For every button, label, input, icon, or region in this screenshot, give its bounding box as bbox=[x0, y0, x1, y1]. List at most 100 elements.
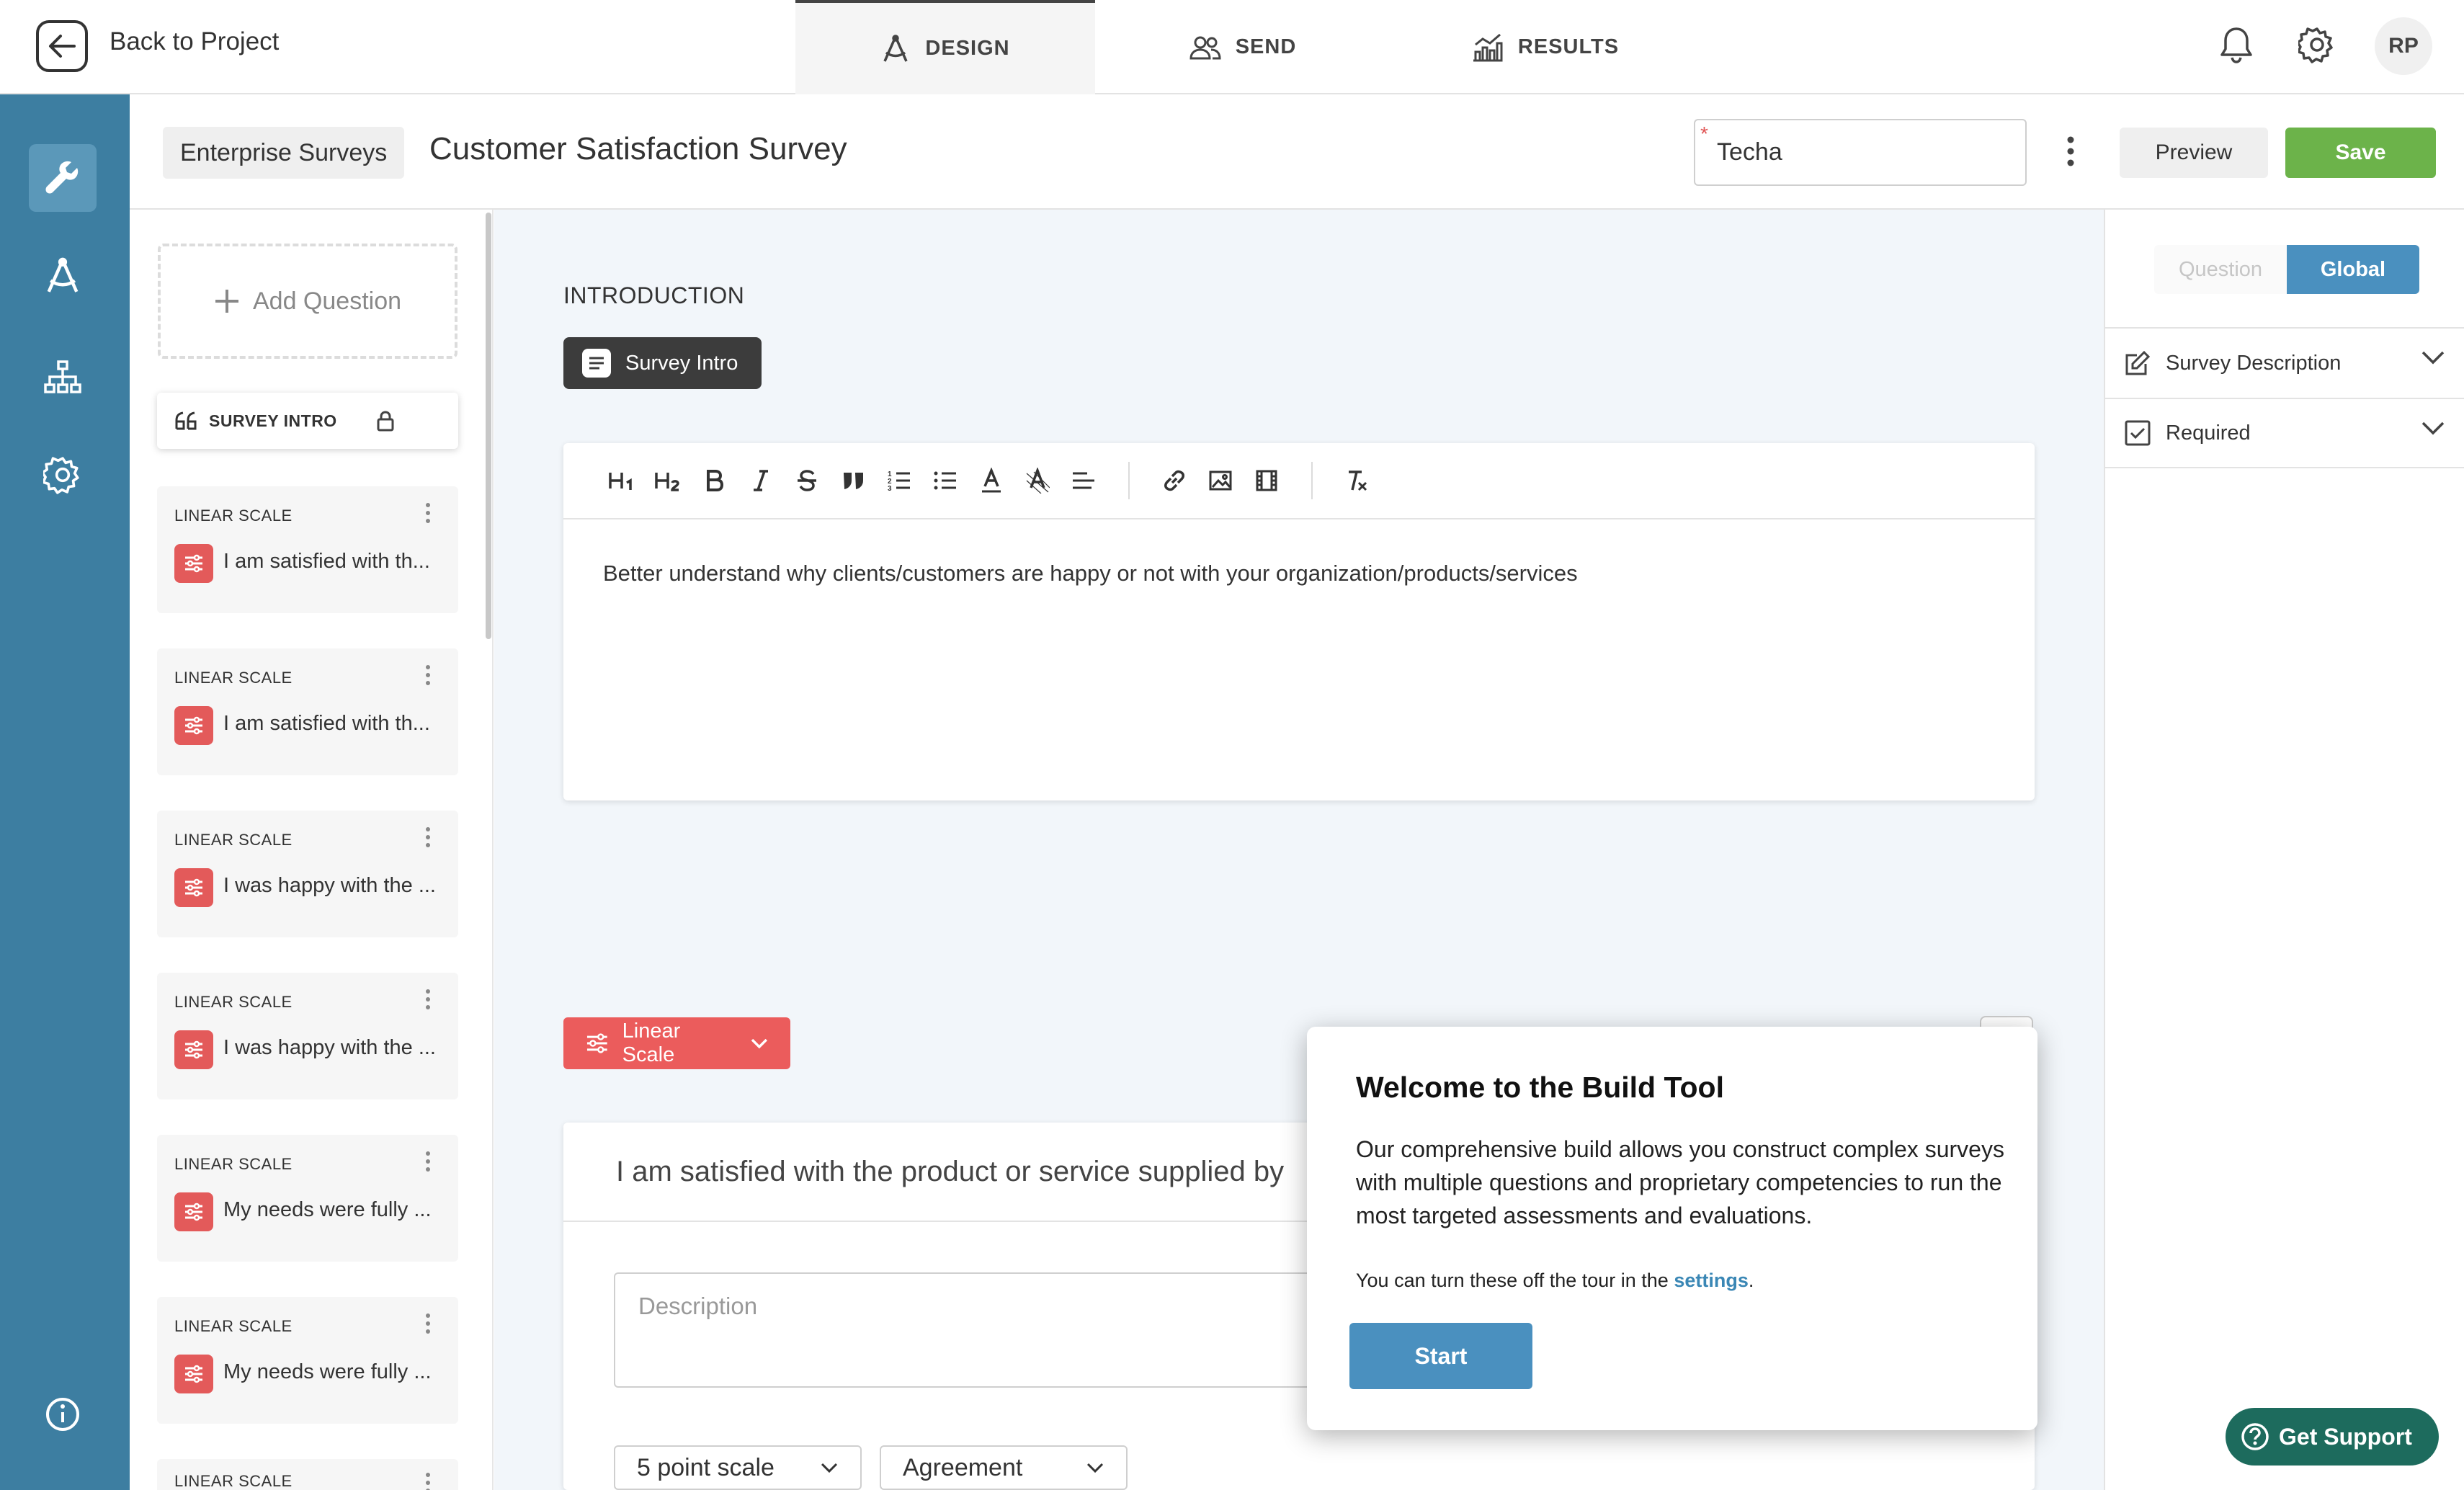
arrow-left-icon bbox=[49, 35, 76, 58]
label-set-select[interactable]: Agreement bbox=[880, 1445, 1128, 1490]
edit-icon bbox=[2125, 350, 2151, 375]
get-support-button[interactable]: Get Support bbox=[2226, 1408, 2439, 1466]
tab-global-settings[interactable]: Global bbox=[2287, 245, 2419, 294]
rail-structure-button[interactable] bbox=[29, 343, 97, 411]
settings-link[interactable]: settings bbox=[1674, 1270, 1749, 1291]
question-type-label: LINEAR SCALE bbox=[174, 1317, 293, 1335]
back-button[interactable] bbox=[36, 20, 88, 72]
bullet-list-icon[interactable] bbox=[922, 458, 968, 504]
question-type-label: LINEAR SCALE bbox=[174, 1155, 293, 1173]
text-color-icon[interactable] bbox=[968, 458, 1014, 504]
description-field[interactable]: Description bbox=[614, 1272, 1334, 1388]
lock-icon bbox=[377, 411, 394, 432]
section-heading: INTRODUCTION bbox=[563, 282, 745, 308]
question-text: I was happy with the ... bbox=[223, 874, 436, 897]
bell-icon[interactable] bbox=[2219, 26, 2254, 63]
sliders-icon bbox=[586, 1033, 607, 1053]
strikethrough-icon[interactable] bbox=[784, 458, 830, 504]
question-text: I am satisfied with th... bbox=[223, 712, 430, 735]
linear-scale-icon bbox=[174, 706, 213, 745]
italic-icon[interactable] bbox=[738, 458, 784, 504]
list-item[interactable]: LINEAR SCALE My needs were fully ... bbox=[157, 1135, 458, 1262]
rail-design-button[interactable] bbox=[29, 242, 97, 310]
tab-send[interactable]: SEND bbox=[1153, 0, 1333, 94]
chevron-down-icon bbox=[821, 1463, 838, 1473]
list-item[interactable]: LINEAR SCALE I am satisfied with th... bbox=[157, 486, 458, 613]
rail-build-button[interactable] bbox=[29, 144, 97, 212]
breadcrumb[interactable]: Enterprise Surveys bbox=[163, 127, 405, 179]
chevron-down-icon bbox=[751, 1038, 768, 1049]
tab-results-label: RESULTS bbox=[1517, 35, 1620, 58]
rail-settings-button[interactable] bbox=[29, 441, 97, 509]
question-type-label: LINEAR SCALE bbox=[174, 1472, 293, 1490]
list-item[interactable]: LINEAR SCALE I am satisfied with th... bbox=[157, 648, 458, 775]
quote-icon bbox=[175, 411, 197, 430]
more-options-icon[interactable] bbox=[2066, 135, 2075, 167]
survey-intro-pill-label: Survey Intro bbox=[625, 351, 738, 375]
checkbox-icon bbox=[2125, 420, 2151, 446]
sitemap-icon bbox=[44, 360, 81, 393]
question-type-dropdown[interactable]: Linear Scale bbox=[563, 1017, 790, 1069]
question-type-label: LINEAR SCALE bbox=[174, 993, 293, 1011]
preview-button[interactable]: Preview bbox=[2120, 128, 2268, 178]
item-menu-icon[interactable] bbox=[425, 1313, 431, 1334]
required-label: Required bbox=[2166, 421, 2251, 445]
scale-select-value: 5 point scale bbox=[637, 1453, 775, 1481]
survey-description-row[interactable]: Survey Description bbox=[2104, 327, 2464, 398]
highlight-icon[interactable] bbox=[1014, 458, 1061, 504]
intro-description-text[interactable]: Better understand why clients/customers … bbox=[603, 561, 1578, 586]
required-marker: * bbox=[1700, 122, 1708, 145]
list-item[interactable]: LINEAR SCALE I was happy with the ... bbox=[157, 811, 458, 937]
survey-intro-item[interactable]: SURVEY INTRO bbox=[157, 393, 458, 449]
item-menu-icon[interactable] bbox=[425, 989, 431, 1010]
item-menu-icon[interactable] bbox=[425, 826, 431, 848]
rail-info-button[interactable] bbox=[29, 1380, 97, 1448]
image-icon[interactable] bbox=[1197, 458, 1244, 504]
item-menu-icon[interactable] bbox=[425, 664, 431, 686]
editor-toolbar: 123 bbox=[563, 443, 2035, 519]
tab-design[interactable]: DESIGN bbox=[795, 0, 1095, 94]
settings-gear-icon[interactable] bbox=[2298, 26, 2336, 63]
clear-format-icon[interactable] bbox=[1334, 458, 1380, 504]
question-type-label: Linear Scale bbox=[622, 1020, 681, 1066]
question-type-label: LINEAR SCALE bbox=[174, 831, 293, 849]
required-row[interactable]: Required bbox=[2104, 398, 2464, 468]
tab-question-settings[interactable]: Question bbox=[2154, 245, 2287, 294]
add-question-button[interactable]: Add Question bbox=[158, 244, 457, 359]
item-menu-icon[interactable] bbox=[425, 1472, 431, 1490]
add-question-label: Add Question bbox=[252, 287, 402, 315]
page-title: Customer Satisfaction Survey bbox=[429, 131, 847, 166]
item-menu-icon[interactable] bbox=[425, 1151, 431, 1172]
get-support-label: Get Support bbox=[2279, 1423, 2412, 1450]
toolbar-divider bbox=[1128, 462, 1130, 499]
bold-icon[interactable] bbox=[692, 458, 738, 504]
save-button[interactable]: Save bbox=[2285, 128, 2436, 178]
chevron-down-icon bbox=[2421, 351, 2445, 365]
item-menu-icon[interactable] bbox=[425, 502, 431, 524]
blockquote-icon[interactable] bbox=[830, 458, 876, 504]
heading1-icon[interactable] bbox=[599, 458, 646, 504]
video-icon[interactable] bbox=[1244, 458, 1290, 504]
avatar[interactable]: RP bbox=[2375, 17, 2432, 75]
question-text: I am satisfied with th... bbox=[223, 550, 430, 573]
list-item[interactable]: LINEAR SCALE bbox=[157, 1459, 458, 1490]
list-item[interactable]: LINEAR SCALE My needs were fully ... bbox=[157, 1297, 458, 1424]
question-list-scrollbar[interactable] bbox=[486, 213, 491, 639]
heading2-icon[interactable] bbox=[646, 458, 692, 504]
text-block-icon bbox=[582, 349, 611, 378]
question-text[interactable]: I am satisfied with the product or servi… bbox=[616, 1156, 1284, 1188]
back-to-project-link[interactable]: Back to Project bbox=[110, 27, 279, 56]
linear-scale-icon bbox=[174, 1030, 213, 1069]
survey-intro-pill[interactable]: Survey Intro bbox=[563, 337, 762, 389]
tab-design-label: DESIGN bbox=[925, 37, 1010, 60]
list-item[interactable]: LINEAR SCALE I was happy with the ... bbox=[157, 973, 458, 1099]
chevron-down-icon bbox=[2421, 421, 2445, 435]
start-tour-button[interactable]: Start bbox=[1349, 1323, 1532, 1389]
link-icon[interactable] bbox=[1151, 458, 1197, 504]
app-root: Back to Project DESIGN SEND RESULTS RP E… bbox=[0, 0, 2464, 1490]
tenant-input[interactable]: Techa bbox=[1694, 119, 2027, 186]
scale-select[interactable]: 5 point scale bbox=[614, 1445, 862, 1490]
ordered-list-icon[interactable]: 123 bbox=[876, 458, 922, 504]
tab-results[interactable]: RESULTS bbox=[1455, 0, 1635, 94]
align-icon[interactable] bbox=[1061, 458, 1107, 504]
